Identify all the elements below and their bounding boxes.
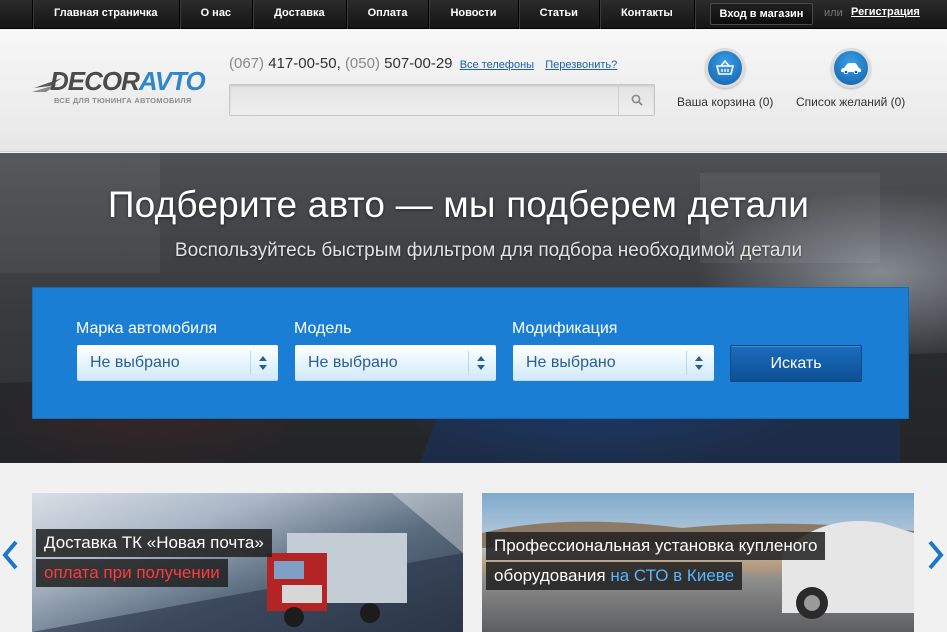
phone1-code: (067) [229, 55, 265, 72]
car-filter-panel: Марка автомобиля Не выбрано Модель Не вы… [32, 287, 909, 419]
wishlist-button[interactable] [831, 48, 871, 88]
phone2-code: (050) [344, 55, 380, 72]
promo-banner-installation[interactable]: Профессиональная установка купленого обо… [482, 493, 914, 632]
or-text: или [824, 7, 843, 19]
search-button[interactable] [618, 85, 654, 115]
model-label: Модель [294, 320, 352, 337]
wishlist-label[interactable]: Список желаний (0) [796, 95, 905, 109]
nav-link-about[interactable]: О нас [180, 0, 254, 29]
updown-arrows-icon [259, 356, 267, 370]
top-navigation-bar: Главная страничка О нас Доставка Оплата … [0, 0, 947, 29]
phone-numbers: (067) 417-00-50, (050) 507-00-29 Все тел… [229, 55, 617, 72]
select-divider [686, 351, 687, 375]
nav-link-payment[interactable]: Оплата [347, 0, 430, 29]
nav-link-home[interactable]: Главная страничка [32, 0, 180, 29]
nav-link-articles[interactable]: Статьи [519, 0, 600, 29]
modification-label: Модификация [512, 320, 618, 337]
all-phones-link[interactable]: Все телефоны [460, 59, 534, 71]
logo-wordmark: DECORAVTO [50, 66, 206, 96]
search-box [229, 84, 655, 116]
promo-banner-delivery[interactable]: Доставка ТК «Новая почта» оплата при пол… [32, 493, 463, 632]
updown-arrows-icon [695, 356, 703, 370]
search-icon [631, 94, 643, 106]
modification-select[interactable]: Не выбрано [513, 345, 714, 381]
installation-caption-line2: оборудования на СТО в Киеве [486, 562, 743, 590]
select-divider [250, 351, 251, 375]
register-link[interactable]: Регистрация [851, 6, 920, 18]
logo-tagline: ВСЕ ДЛЯ ТЮНИНГА АВТОМОБИЛЯ [54, 96, 192, 105]
make-select-value: Не выбрано [90, 354, 180, 371]
select-divider [468, 351, 469, 375]
modification-select-value: Не выбрано [526, 354, 616, 371]
nav-link-delivery[interactable]: Доставка [253, 0, 347, 29]
carousel-prev-arrow-icon[interactable] [2, 540, 18, 570]
phone2-number: 507-00-29 [384, 55, 453, 72]
promo-carousel: Доставка ТК «Новая почта» оплата при пол… [0, 463, 947, 632]
model-select-value: Не выбрано [308, 354, 398, 371]
hero-title: Подберите авто — мы подберем детали [107, 184, 810, 225]
installation-caption-line1: Профессиональная установка купленого [486, 532, 826, 560]
make-select[interactable]: Не выбрано [77, 345, 278, 381]
cart-button[interactable] [705, 48, 745, 88]
hero-subtitle: Воспользуйтесь быстрым фильтром для подб… [174, 240, 803, 261]
model-select[interactable]: Не выбрано [295, 345, 496, 381]
car-icon [841, 63, 861, 74]
login-button[interactable]: Вход в магазин [710, 3, 813, 25]
phone1-number: 417-00-50, [268, 55, 341, 72]
carousel-next-arrow-icon[interactable] [928, 540, 944, 570]
delivery-caption-line2: оплата при получении [36, 559, 228, 587]
basket-icon [716, 60, 734, 75]
callback-link[interactable]: Перезвонить? [545, 59, 617, 71]
site-header: DECORAVTO ВСЕ ДЛЯ ТЮНИНГА АВТОМОБИЛЯ (06… [0, 30, 947, 152]
cart-label[interactable]: Ваша корзина (0) [677, 95, 773, 109]
updown-arrows-icon [477, 356, 485, 370]
search-input[interactable] [230, 85, 619, 115]
filter-search-button[interactable]: Искать [730, 345, 862, 382]
nav-link-news[interactable]: Новости [429, 0, 519, 29]
make-label: Марка автомобиля [76, 320, 218, 337]
nav-link-contacts[interactable]: Контакты [600, 0, 695, 29]
site-logo[interactable]: DECORAVTO ВСЕ ДЛЯ ТЮНИНГА АВТОМОБИЛЯ [32, 68, 207, 108]
delivery-caption-line1: Доставка ТК «Новая почта» [36, 529, 272, 557]
top-nav: Главная страничка О нас Доставка Оплата … [32, 0, 695, 29]
hero-section: Подберите авто — мы подберем детали Восп… [0, 153, 947, 463]
